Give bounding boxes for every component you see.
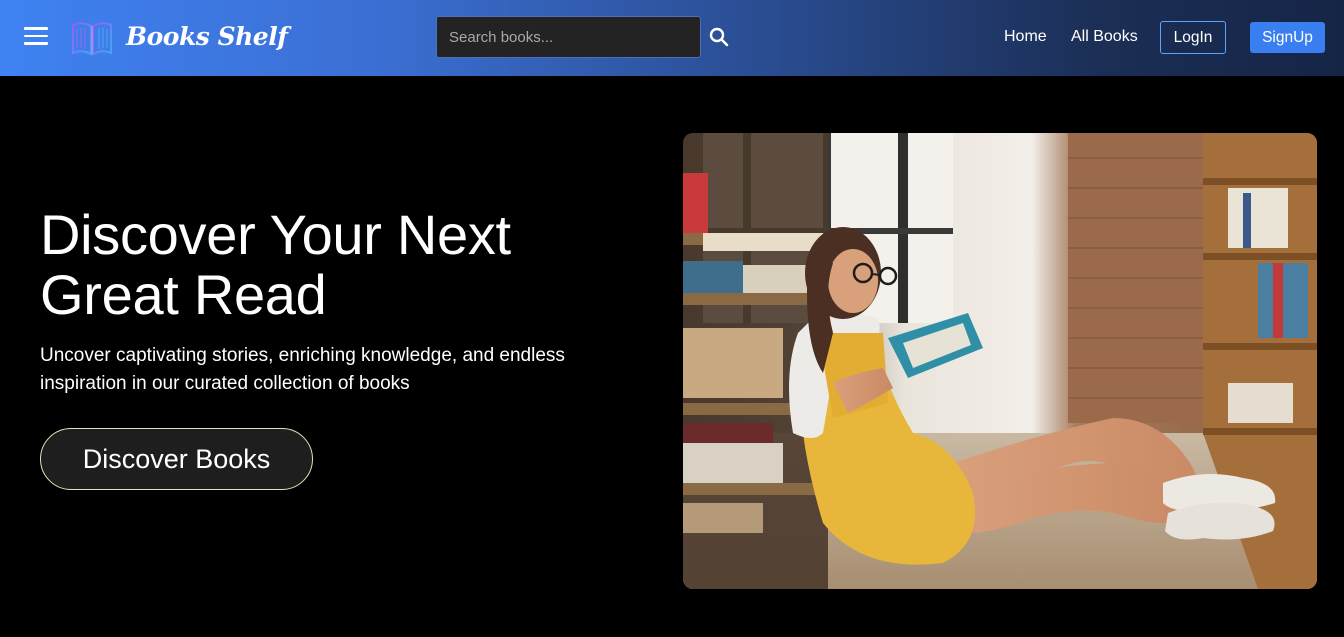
signup-button[interactable]: SignUp (1250, 22, 1325, 53)
nav-link-all-books[interactable]: All Books (1071, 26, 1138, 48)
open-book-icon[interactable] (70, 16, 114, 58)
hero-title: Discover Your Next Great Read (40, 203, 511, 326)
search-input[interactable] (436, 16, 701, 58)
discover-books-button[interactable]: Discover Books (40, 428, 313, 490)
hero-image (683, 133, 1317, 589)
login-button[interactable]: LogIn (1160, 21, 1226, 54)
nav-link-home[interactable]: Home (1004, 26, 1047, 48)
search-icon[interactable] (708, 26, 730, 48)
hero-subtitle: Uncover captivating stories, enriching k… (40, 345, 565, 394)
brand-name[interactable]: Books Shelf (126, 18, 288, 56)
top-navbar: Books Shelf Home All Books LogIn SignUp (0, 0, 1344, 76)
hamburger-menu-icon[interactable] (24, 27, 48, 45)
